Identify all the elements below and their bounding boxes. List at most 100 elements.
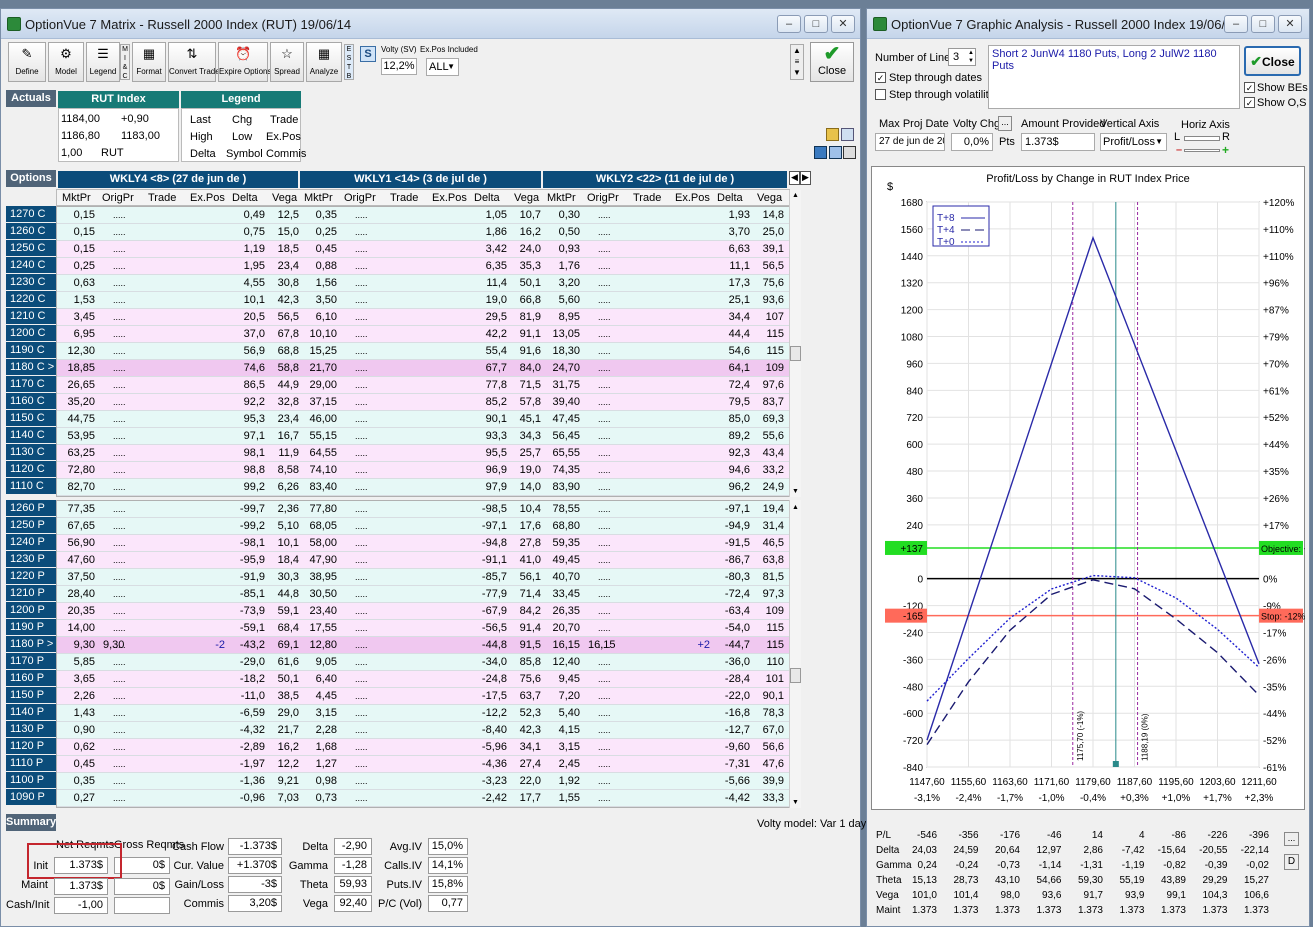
column-header[interactable]: Trade xyxy=(148,190,176,206)
cell-delta[interactable]: 97,9 xyxy=(471,479,507,495)
step-vols-checkbox[interactable] xyxy=(875,89,886,100)
trade-cell[interactable]: ..... xyxy=(355,688,368,704)
trade-cell[interactable]: ..... xyxy=(355,671,368,687)
cell-mktpr[interactable]: 0,50 xyxy=(544,224,580,240)
cell-mktpr[interactable]: 59,35 xyxy=(544,535,580,551)
trade-cell[interactable]: ..... xyxy=(598,241,611,257)
cell-delta[interactable]: -12,7 xyxy=(714,722,750,738)
trade-cell[interactable]: ..... xyxy=(113,756,126,772)
cell-delta[interactable]: -12,2 xyxy=(471,705,507,721)
trade-cell[interactable]: ..... xyxy=(355,756,368,772)
cell-mktpr[interactable]: 6,10 xyxy=(301,309,337,325)
cell-vega[interactable]: 29,0 xyxy=(269,705,299,721)
trade-cell[interactable]: ..... xyxy=(113,790,126,806)
column-header[interactable]: Ex.Pos xyxy=(675,190,710,206)
step-dates-checkbox[interactable]: ✓ xyxy=(875,72,886,83)
cell-vega[interactable]: 67,8 xyxy=(269,326,299,342)
cell-mktpr[interactable]: 5,40 xyxy=(544,705,580,721)
trade-cell[interactable]: ..... xyxy=(355,739,368,755)
cell-vega[interactable]: 66,8 xyxy=(511,292,541,308)
cell-delta[interactable]: 25,1 xyxy=(714,292,750,308)
trade-cell[interactable]: ..... xyxy=(598,445,611,461)
trade-cell[interactable]: ..... xyxy=(113,518,126,534)
cell-vega[interactable]: 83,7 xyxy=(754,394,784,410)
cell-delta[interactable]: -24,8 xyxy=(471,671,507,687)
trade-cell[interactable]: ..... xyxy=(355,343,368,359)
strike-label[interactable]: 1120 P xyxy=(6,738,56,754)
close-matrix-button[interactable]: ✔ Close xyxy=(810,42,854,82)
cell-delta[interactable]: -9,60 xyxy=(714,739,750,755)
cell-vega[interactable]: 10,4 xyxy=(511,501,541,517)
table-row[interactable] xyxy=(57,739,789,756)
cell-delta[interactable]: -97,1 xyxy=(714,501,750,517)
cell-vega[interactable]: 68,8 xyxy=(269,343,299,359)
table-row[interactable] xyxy=(57,586,789,603)
cell-mktpr[interactable]: 2,45 xyxy=(544,756,580,772)
cell-vega[interactable]: 14,8 xyxy=(754,207,784,223)
tool-icon-3[interactable] xyxy=(814,146,827,159)
cell-vega[interactable]: 32,8 xyxy=(269,394,299,410)
trade-cell[interactable]: ..... xyxy=(598,309,611,325)
table-row[interactable] xyxy=(57,603,789,620)
cell-mktpr[interactable]: 3,65 xyxy=(59,671,95,687)
cell-mktpr[interactable]: 18,85 xyxy=(59,360,95,376)
cell-vega[interactable]: 11,9 xyxy=(269,445,299,461)
cell-delta[interactable]: 3,70 xyxy=(714,224,750,240)
table-row[interactable] xyxy=(57,292,789,309)
cell-mktpr[interactable]: 3,20 xyxy=(544,275,580,291)
table-row[interactable] xyxy=(57,258,789,275)
cell-vega[interactable]: 31,4 xyxy=(754,518,784,534)
cell-mktpr[interactable]: 13,05 xyxy=(544,326,580,342)
cell-delta[interactable]: -56,5 xyxy=(471,620,507,636)
cell-mktpr[interactable]: 0,27 xyxy=(59,790,95,806)
trade-cell[interactable]: ..... xyxy=(113,207,126,223)
trade-cell[interactable]: ..... xyxy=(113,620,126,636)
cell-mktpr[interactable]: 38,95 xyxy=(301,569,337,585)
trade-cell[interactable]: ..... xyxy=(355,518,368,534)
cell-delta[interactable]: 95,3 xyxy=(229,411,265,427)
trade-cell[interactable]: ..... xyxy=(113,569,126,585)
trade-cell[interactable]: ..... xyxy=(355,586,368,602)
trade-cell[interactable]: ..... xyxy=(113,722,126,738)
cell-mktpr[interactable]: 6,40 xyxy=(301,671,337,687)
cell-delta[interactable]: -67,9 xyxy=(471,603,507,619)
cell-delta[interactable]: 55,4 xyxy=(471,343,507,359)
cell-delta[interactable]: 86,5 xyxy=(229,377,265,393)
table-row[interactable] xyxy=(57,411,789,428)
close-graph-button[interactable]: ✔Close xyxy=(1244,46,1301,76)
cell-mktpr[interactable]: 0,25 xyxy=(59,258,95,274)
cell-mktpr[interactable]: 56,45 xyxy=(544,428,580,444)
expire-options-button[interactable]: ⏰ Expire Options xyxy=(218,42,271,82)
cell-vega[interactable]: 42,3 xyxy=(269,292,299,308)
cell-mktpr[interactable]: 24,70 xyxy=(544,360,580,376)
cell-delta[interactable]: -99,7 xyxy=(229,501,265,517)
cell-vega[interactable]: 45,1 xyxy=(511,411,541,427)
cell-vega[interactable]: 41,0 xyxy=(511,552,541,568)
cell-delta[interactable]: -73,9 xyxy=(229,603,265,619)
cell-delta[interactable]: 1,95 xyxy=(229,258,265,274)
trade-cell[interactable]: ..... xyxy=(598,535,611,551)
trade-cell[interactable]: ..... xyxy=(113,224,126,240)
cell-delta[interactable]: -94,9 xyxy=(714,518,750,534)
cell-mktpr[interactable]: 21,70 xyxy=(301,360,337,376)
trade-cell[interactable]: ..... xyxy=(113,479,126,495)
cell-vega[interactable]: 56,6 xyxy=(754,739,784,755)
strike-label[interactable]: 1210 C xyxy=(6,308,56,324)
scroll-up-icon[interactable]: ▲ xyxy=(792,504,799,511)
table-row[interactable] xyxy=(57,705,789,722)
trade-cell[interactable]: ..... xyxy=(113,462,126,478)
cell-delta[interactable]: -5,66 xyxy=(714,773,750,789)
trade-cell[interactable]: ..... xyxy=(355,722,368,738)
cell-mktpr[interactable]: 4,15 xyxy=(544,722,580,738)
cell-mktpr[interactable]: 0,63 xyxy=(59,275,95,291)
cell-vega[interactable]: 84,0 xyxy=(511,360,541,376)
cell-mktpr[interactable]: 0,90 xyxy=(59,722,95,738)
trade-cell[interactable]: ..... xyxy=(598,603,611,619)
table-row[interactable] xyxy=(57,207,789,224)
voltychg-input[interactable]: 0,0% xyxy=(951,133,993,151)
cell-vega[interactable]: 107 xyxy=(754,309,784,325)
trade-cell[interactable]: ..... xyxy=(113,671,126,687)
strike-label[interactable]: 1250 P xyxy=(6,517,56,533)
cell-mktpr[interactable]: 4,45 xyxy=(301,688,337,704)
trade-cell[interactable]: ..... xyxy=(598,790,611,806)
